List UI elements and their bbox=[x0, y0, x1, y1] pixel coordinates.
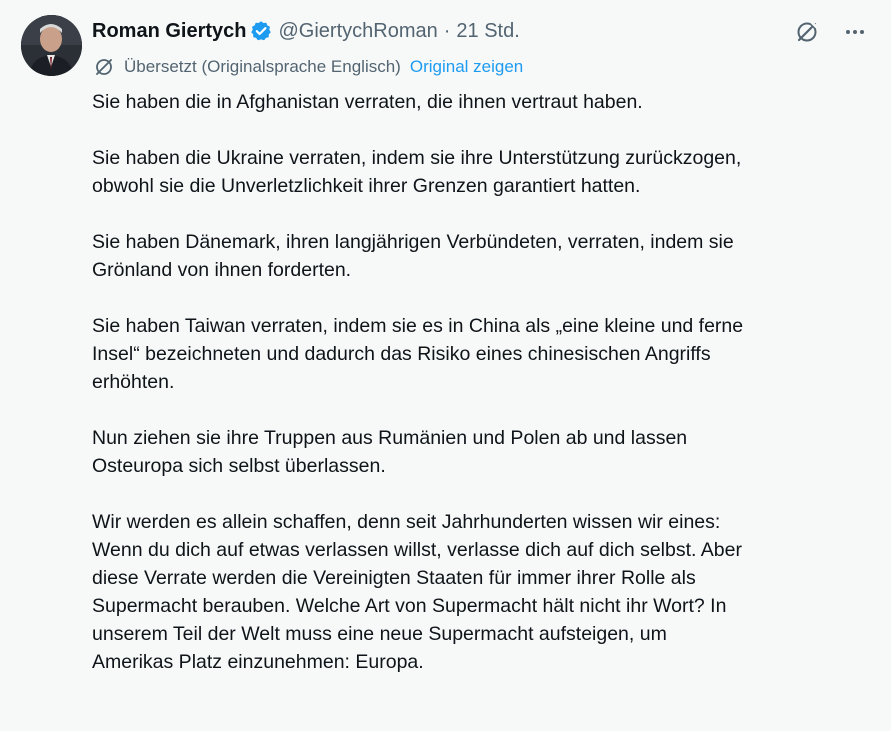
tweet-header: Roman Giertych @GiertychRoman · 21 Std. bbox=[92, 16, 520, 46]
grok-icon[interactable] bbox=[793, 18, 821, 46]
author-name[interactable]: Roman Giertych bbox=[92, 20, 246, 43]
tweet-paragraph: Wir werden es allein schaffen, denn seit… bbox=[92, 511, 742, 673]
tweet-paragraph: Sie haben Dänemark, ihren langjährigen V… bbox=[92, 231, 734, 281]
translate-icon bbox=[92, 55, 116, 79]
translated-label: Übersetzt (Originalsprache Englisch) bbox=[124, 57, 401, 76]
more-icon[interactable] bbox=[841, 18, 869, 46]
tweet-paragraph: Sie haben die Ukraine verraten, indem si… bbox=[92, 147, 742, 197]
separator-dot: · bbox=[443, 19, 451, 42]
tweet-actions bbox=[793, 18, 869, 46]
tweet-paragraph: Sie haben die in Afghanistan verraten, d… bbox=[92, 91, 643, 113]
show-original-link[interactable]: Original zeigen bbox=[410, 57, 523, 77]
timestamp[interactable]: 21 Std. bbox=[456, 20, 519, 43]
verified-badge-icon bbox=[250, 20, 272, 42]
tweet-paragraph: Nun ziehen sie ihre Truppen aus Rumänien… bbox=[92, 427, 688, 477]
tweet-text: Sie haben die in Afghanistan verraten, d… bbox=[92, 88, 877, 676]
avatar[interactable] bbox=[21, 15, 82, 76]
translation-bar: Übersetzt (Originalsprache Englisch) Ori… bbox=[92, 54, 523, 80]
tweet-paragraph: Sie haben Taiwan verraten, indem sie es … bbox=[92, 315, 744, 393]
profile-photo bbox=[21, 15, 82, 76]
tweet: Roman Giertych @GiertychRoman · 21 Std. bbox=[0, 0, 891, 731]
author-handle[interactable]: @GiertychRoman bbox=[278, 20, 437, 43]
